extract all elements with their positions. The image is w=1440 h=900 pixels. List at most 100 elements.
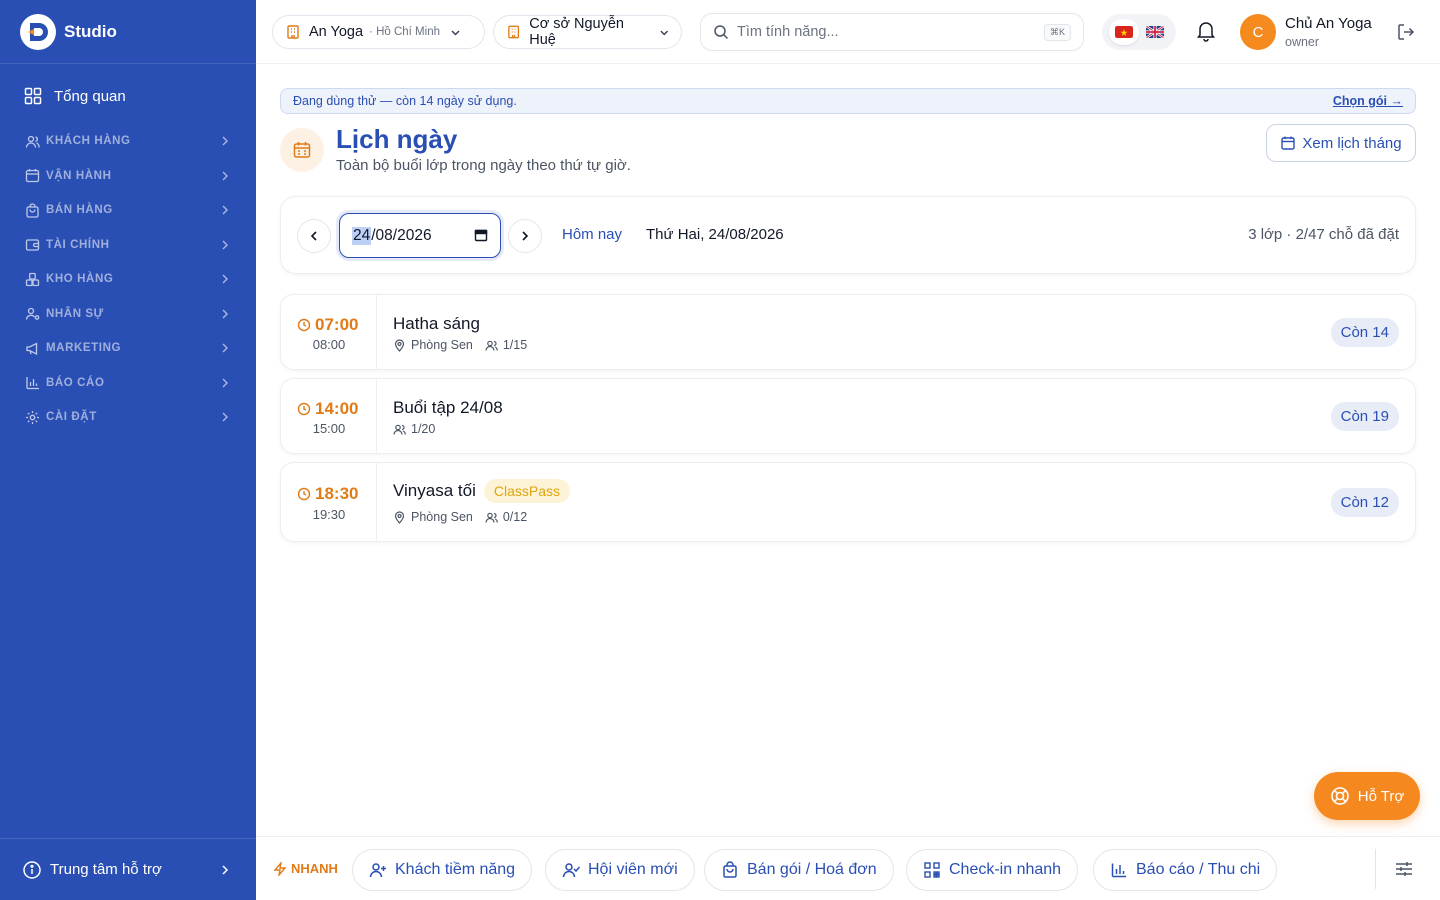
- date-day-segment[interactable]: 24: [352, 226, 372, 245]
- chevron-right-icon: [222, 309, 228, 319]
- user-name: Chủ An Yoga: [1285, 15, 1372, 32]
- chevron-right-icon: [222, 343, 228, 353]
- today-button[interactable]: Hôm nay: [562, 226, 622, 243]
- sidebar-group-users[interactable]: KHÁCH HÀNG: [0, 124, 256, 159]
- org-selector[interactable]: An Yoga · Hồ Chí Minh: [272, 15, 485, 49]
- help-center-link[interactable]: Trung tâm hỗ trợ: [0, 838, 256, 900]
- class-start-time: 18:30: [297, 484, 358, 504]
- map-pin-icon: [394, 338, 405, 352]
- class-end-time: 08:00: [312, 337, 346, 352]
- chevron-right-icon: [522, 231, 529, 241]
- notification-bell-icon[interactable]: [1196, 20, 1216, 42]
- search-icon: [714, 25, 729, 40]
- search-input[interactable]: [737, 24, 1044, 40]
- class-time: 14:00 15:00: [281, 379, 377, 453]
- quick-actions-bar: NHANH Khách tiềm năng Hội viên mới Bán g…: [256, 836, 1440, 900]
- class-card[interactable]: 14:00 15:00 Buổi tập 24/08 1/20 Còn 19: [280, 378, 1416, 454]
- brand[interactable]: Studio: [0, 0, 256, 64]
- user-check-icon: [562, 863, 580, 878]
- clock-icon: [297, 318, 311, 332]
- sidebar-group-user-cog[interactable]: NHÂN SỰ: [0, 297, 256, 332]
- avatar[interactable]: C: [1240, 14, 1276, 50]
- class-start-time: 14:00: [297, 399, 358, 419]
- sidebar-group-megaphone[interactable]: MARKETING: [0, 331, 256, 366]
- calendar-picker-icon[interactable]: [474, 228, 488, 242]
- class-card[interactable]: 07:00 08:00 Hatha sáng Phòng Sen 1/15 Cò…: [280, 294, 1416, 370]
- date-navigation: 24/08/2026 Hôm nay Thứ Hai, 24/08/2026 3…: [280, 196, 1416, 274]
- chevron-right-icon: [222, 205, 228, 215]
- support-button[interactable]: Hỗ Trợ: [1314, 772, 1420, 820]
- sidebar: Studio Tổng quan KHÁCH HÀNG VẬN HÀNH BÁN H…: [0, 0, 256, 900]
- sidebar-group-label: NHÂN SỰ: [46, 307, 104, 320]
- quick-checkin-button[interactable]: Check-in nhanh: [906, 849, 1079, 891]
- calendar-icon: [25, 169, 40, 183]
- sidebar-group-label: KHÁCH HÀNG: [46, 135, 131, 148]
- org-name: An Yoga: [309, 24, 364, 40]
- sidebar-group-wallet[interactable]: TÀI CHÍNH: [0, 228, 256, 263]
- sliders-icon[interactable]: [1394, 859, 1414, 879]
- qr-code-icon: [924, 862, 940, 878]
- view-month-button[interactable]: Xem lịch tháng: [1266, 124, 1416, 162]
- info-icon: [23, 860, 41, 879]
- classpass-badge: ClassPass: [483, 479, 570, 503]
- calendar-icon: [280, 128, 324, 172]
- users-icon: [393, 424, 406, 435]
- sidebar-group-label: CÀI ĐẶT: [46, 411, 97, 424]
- choose-plan-link[interactable]: Chọn gói →: [1333, 94, 1403, 108]
- sidebar-group-label: KHO HÀNG: [46, 273, 114, 286]
- quick-report-button[interactable]: Báo cáo / Thu chi: [1093, 849, 1278, 891]
- map-pin-icon: [394, 510, 405, 524]
- sidebar-item-overview[interactable]: Tổng quan: [0, 76, 256, 116]
- help-center-label: Trung tâm hỗ trợ: [50, 861, 162, 878]
- class-time: 07:00 08:00: [281, 295, 377, 369]
- trial-message: Đang dùng thử — còn 14 ngày sử dụng.: [293, 94, 517, 108]
- class-booking-count: 1/20: [393, 422, 435, 436]
- users-icon: [485, 512, 498, 523]
- lightning-icon: [273, 861, 287, 876]
- boxes-icon: [25, 272, 40, 286]
- class-name: Hatha sáng: [393, 314, 480, 333]
- sidebar-group-label: TÀI CHÍNH: [46, 238, 110, 251]
- sidebar-group-bar-chart[interactable]: BÁO CÁO: [0, 366, 256, 401]
- class-meta: Phòng Sen 0/12: [393, 510, 527, 524]
- next-day-button[interactable]: [508, 219, 542, 253]
- clock-icon: [297, 487, 311, 501]
- chevron-right-icon: [222, 136, 228, 146]
- megaphone-icon: [26, 342, 38, 355]
- logout-icon[interactable]: [1396, 22, 1416, 42]
- users-icon: [485, 340, 498, 351]
- class-end-time: 19:30: [312, 507, 346, 522]
- remaining-slots-badge: Còn 12: [1330, 488, 1399, 517]
- branch-selector[interactable]: Cơ sở Nguyễn Huệ: [493, 15, 682, 49]
- quick-lead-button[interactable]: Khách tiềm năng: [352, 849, 533, 891]
- quick-sell-package-button[interactable]: Bán gói / Hoá đơn: [704, 849, 894, 891]
- wallet-icon: [25, 239, 40, 251]
- sidebar-group-label: MARKETING: [46, 342, 122, 355]
- trial-banner: Đang dùng thử — còn 14 ngày sử dụng. Chọ…: [280, 88, 1416, 114]
- prev-day-button[interactable]: [297, 219, 331, 253]
- sidebar-group-gear[interactable]: CÀI ĐẶT: [0, 400, 256, 435]
- quick-new-member-button[interactable]: Hội viên mới: [545, 849, 695, 891]
- class-time: 18:30 19:30: [281, 463, 377, 541]
- brand-name: Studio: [64, 21, 117, 41]
- chevron-right-icon: [222, 378, 228, 388]
- brand-logo-icon: [20, 13, 56, 50]
- date-rest-segment[interactable]: /08/2026: [371, 227, 431, 245]
- lang-en-button[interactable]: [1140, 19, 1170, 45]
- lang-vi-button[interactable]: [1108, 19, 1139, 45]
- sidebar-group-boxes[interactable]: KHO HÀNG: [0, 262, 256, 297]
- sidebar-group-calendar[interactable]: VẬN HÀNH: [0, 159, 256, 194]
- top-header: An Yoga · Hồ Chí Minh Cơ sở Nguyễn Huệ ⌘…: [256, 0, 1440, 64]
- date-picker-input[interactable]: 24/08/2026: [339, 213, 501, 258]
- users-icon: [25, 135, 40, 148]
- shopping-bag-icon: [26, 203, 39, 218]
- class-end-time: 15:00: [312, 421, 346, 436]
- class-room: Phòng Sen: [393, 338, 473, 352]
- building-icon: [508, 25, 520, 39]
- class-card[interactable]: 18:30 19:30 Vinyasa tối ClassPass Phòng …: [280, 462, 1416, 542]
- chevron-down-icon: [659, 30, 668, 35]
- sidebar-group-shopping-bag[interactable]: BÁN HÀNG: [0, 193, 256, 228]
- search-shortcut: ⌘K: [1043, 23, 1071, 41]
- class-meta: 1/20: [393, 422, 435, 436]
- lifebuoy-icon: [1330, 787, 1349, 805]
